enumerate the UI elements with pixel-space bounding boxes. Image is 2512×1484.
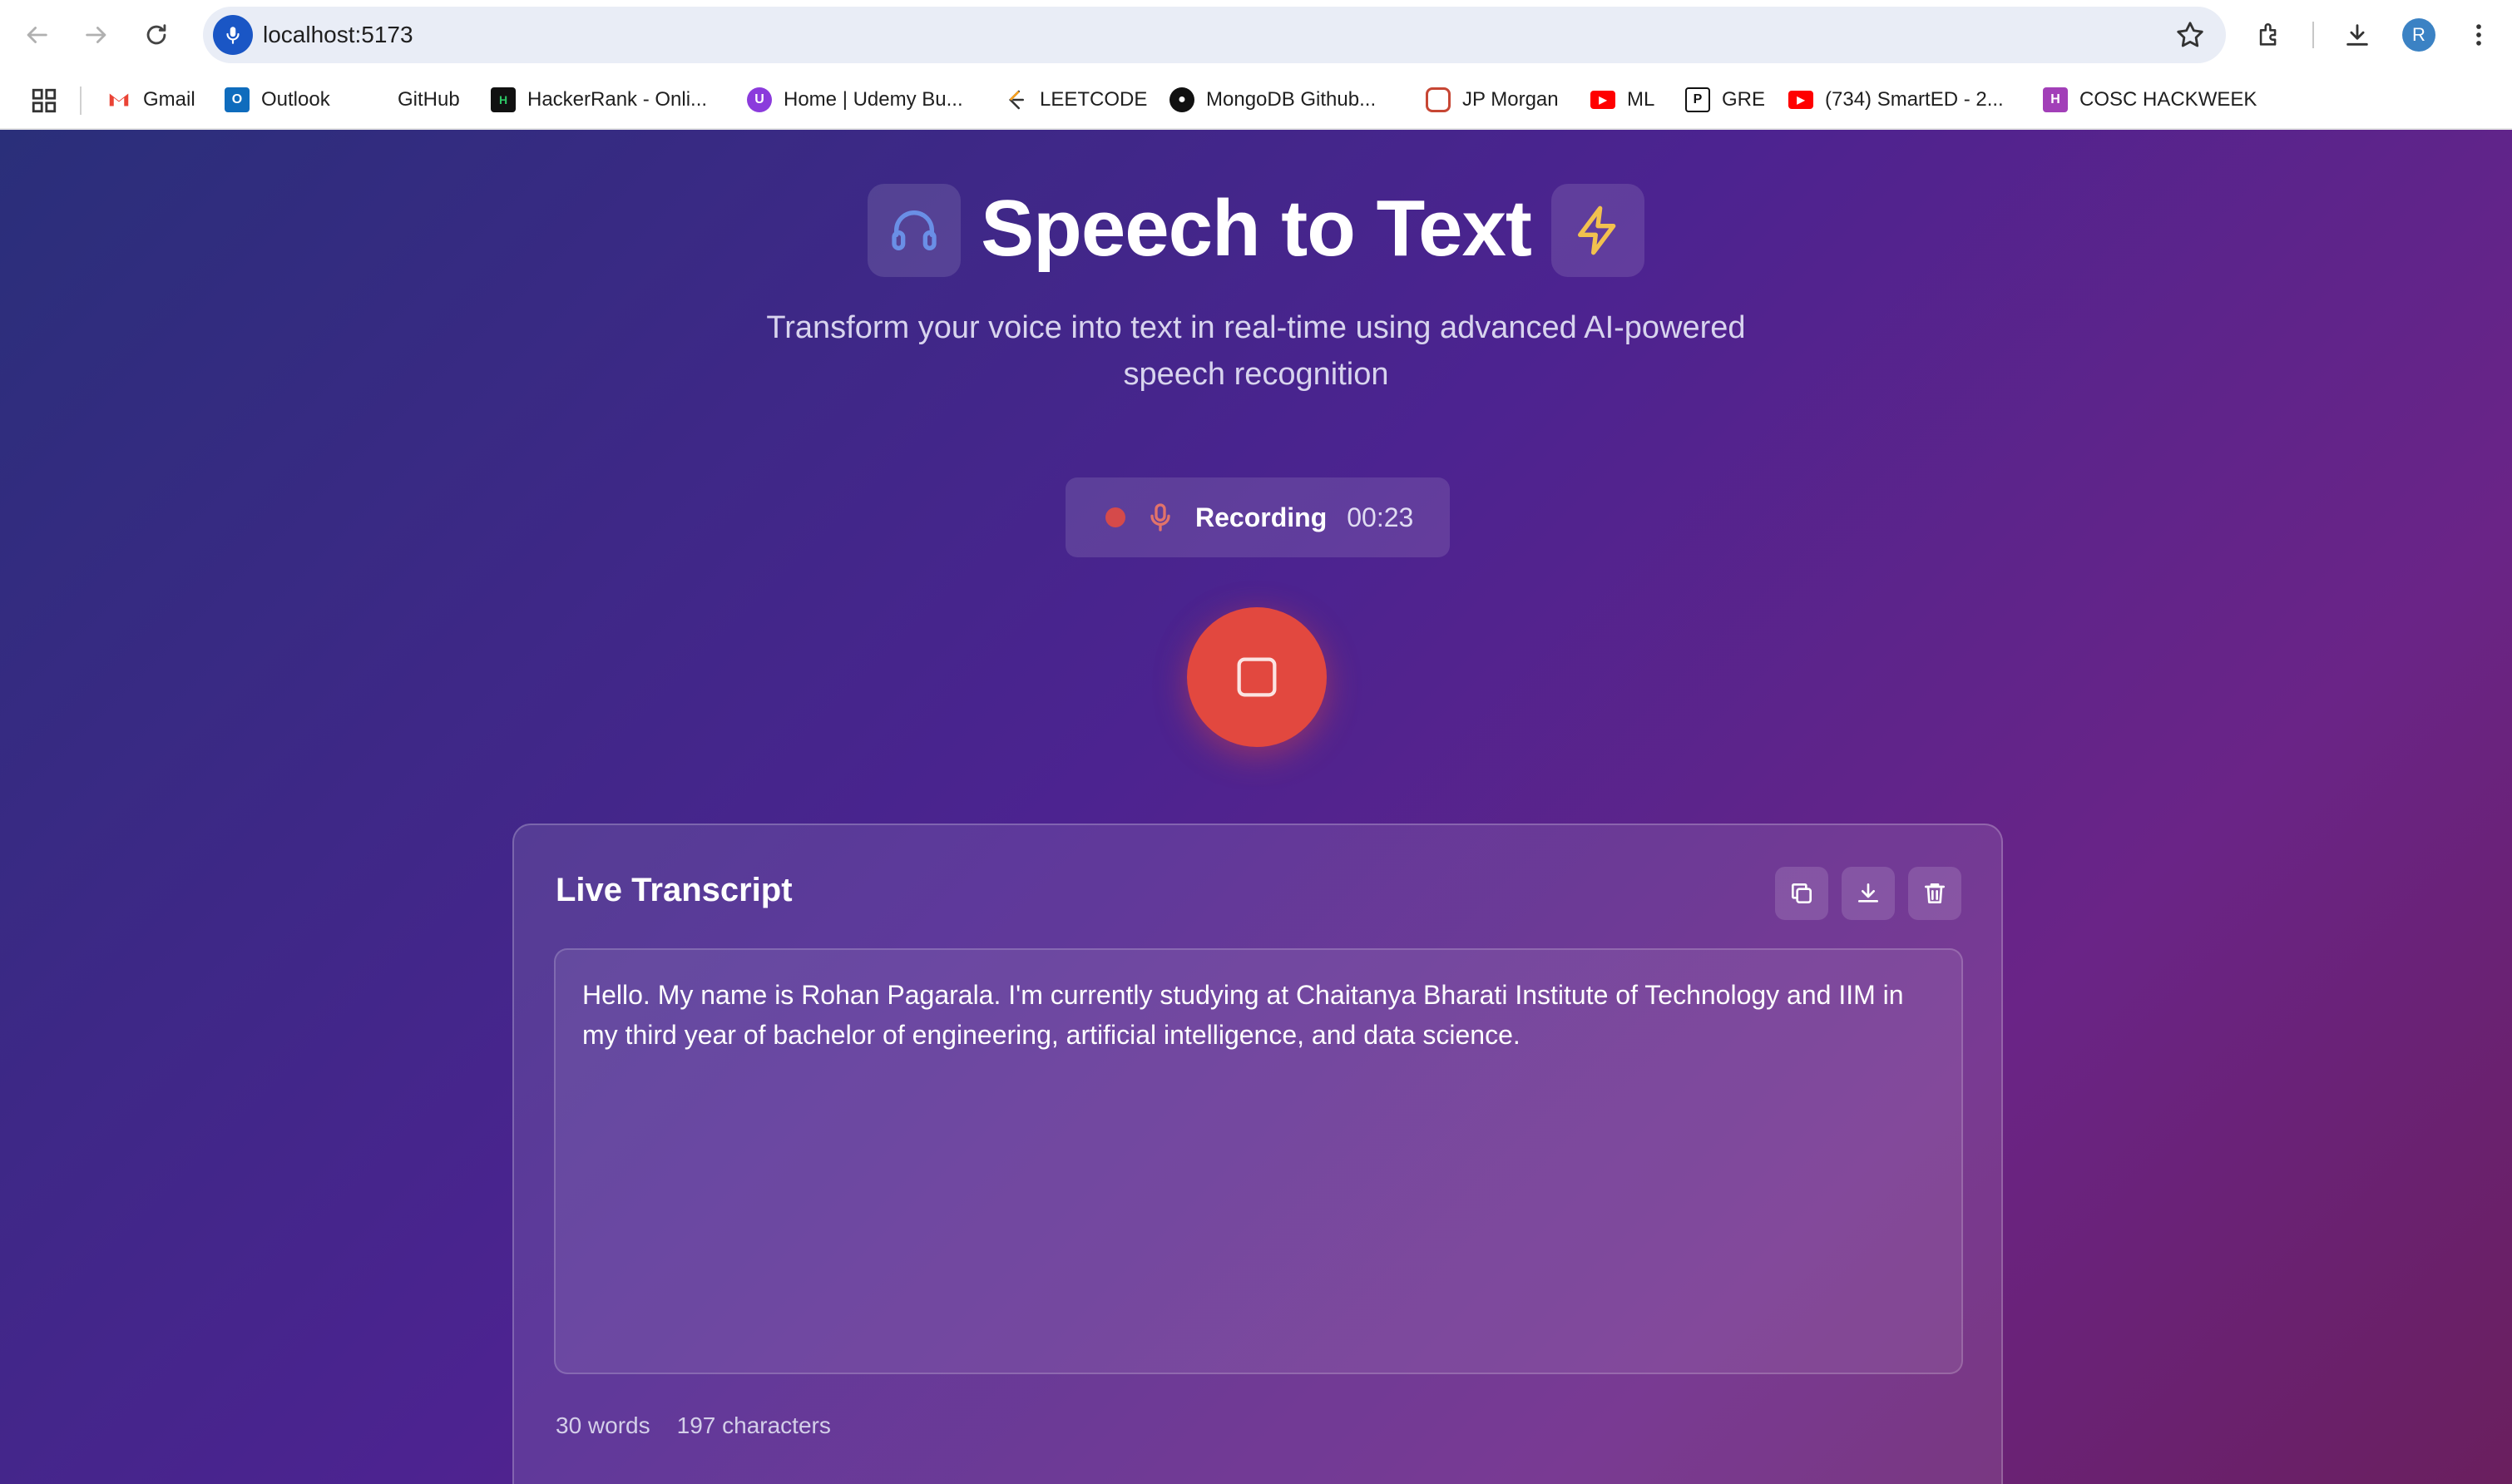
transcript-actions: [1775, 867, 1961, 920]
clear-button[interactable]: [1908, 867, 1961, 920]
back-button[interactable]: [17, 15, 57, 55]
copy-icon: [1792, 883, 1812, 903]
github-icon: ●: [1169, 87, 1194, 112]
bookmark-label: GitHub: [398, 88, 460, 111]
hackweek-icon: H: [2043, 87, 2068, 112]
stop-recording-button[interactable]: [1187, 607, 1327, 747]
back-arrow-icon: [27, 27, 47, 43]
bookmark-cosc-hackweek[interactable]: H COSC HACKWEEK: [2043, 85, 2257, 115]
bookmark-gre[interactable]: P GRE: [1685, 85, 1765, 115]
transcript-stats: 30 words 197 characters: [556, 1412, 831, 1439]
outlook-icon: O: [225, 87, 250, 112]
character-count: 197 characters: [676, 1412, 831, 1438]
page-title: Speech to Text: [981, 184, 1532, 273]
profile-avatar[interactable]: R: [2402, 18, 2435, 52]
browser-toolbar: localhost:5173 R: [0, 0, 2512, 70]
bookmark-label: ML: [1627, 88, 1655, 111]
stop-icon: [1237, 657, 1277, 697]
bookmark-label: GRE: [1722, 88, 1766, 111]
bookmark-label: HackerRank - Onli...: [527, 88, 708, 111]
bookmark-label: LEETCODE: [1040, 88, 1148, 111]
bookmark-mongodb-github[interactable]: ● MongoDB Github...: [1169, 85, 1376, 115]
transcript-title: Live Transcript: [556, 872, 793, 908]
bookmarks-divider: [80, 87, 82, 115]
reload-button[interactable]: [136, 15, 176, 55]
app-main: Speech to Text Transform your voice into…: [0, 130, 2512, 1484]
page-header: Speech to Text: [0, 183, 2512, 278]
hackerrank-icon: H: [491, 87, 516, 112]
headphones-icon: [868, 184, 962, 277]
transcript-text[interactable]: Hello. My name is Rohan Pagarala. I'm cu…: [554, 948, 1963, 1374]
prep-icon: P: [1685, 87, 1710, 112]
udemy-icon: U: [747, 87, 772, 112]
page-subtitle: Transform your voice into text in real-t…: [766, 310, 1746, 392]
bookmark-github[interactable]: GitHub: [398, 85, 460, 115]
copy-button[interactable]: [1775, 867, 1828, 920]
transcript-panel: Live Transcript Hello. My name is Rohan …: [512, 824, 2003, 1484]
trash-icon: [1925, 883, 1945, 903]
bookmark-udemy[interactable]: U Home | Udemy Bu...: [747, 85, 963, 115]
bookmark-leetcode[interactable]: LEETCODE: [1003, 85, 1147, 115]
bookmark-label: MongoDB Github...: [1206, 88, 1377, 111]
site-mic-icon[interactable]: [213, 15, 253, 55]
youtube-icon: ▶: [1590, 91, 1615, 109]
url-text[interactable]: localhost:5173: [263, 7, 413, 63]
extensions-icon[interactable]: [2251, 17, 2287, 53]
forward-button[interactable]: [77, 15, 116, 55]
recording-status: Recording 00:23: [1066, 477, 1450, 557]
bookmark-label: (734) SmartED - 2...: [1825, 88, 2004, 111]
bookmark-label: Outlook: [261, 88, 330, 111]
bookmark-outlook[interactable]: O Outlook: [225, 85, 330, 115]
forward-arrow-icon: [86, 27, 106, 43]
bookmark-smarted[interactable]: ▶ (734) SmartED - 2...: [1788, 85, 2004, 115]
bookmark-gmail[interactable]: Gmail: [106, 85, 195, 115]
reload-icon: [146, 24, 166, 45]
bookmark-hackerrank[interactable]: H HackerRank - Onli...: [491, 85, 707, 115]
downloads-icon[interactable]: [2339, 17, 2376, 53]
download-icon: [1858, 883, 1878, 903]
word-count: 30 words: [556, 1412, 650, 1438]
bookmark-label: Gmail: [143, 88, 195, 111]
bookmark-label: Home | Udemy Bu...: [784, 88, 963, 111]
bookmark-star-icon[interactable]: [2174, 19, 2206, 51]
recording-dot-icon: [1105, 507, 1125, 527]
lightning-icon: [1550, 184, 1644, 277]
address-bar[interactable]: localhost:5173: [203, 7, 2226, 63]
oracle-icon: [1426, 87, 1451, 112]
status-label: Recording: [1195, 502, 1328, 532]
youtube-icon: ▶: [1788, 91, 1813, 109]
download-button[interactable]: [1842, 867, 1895, 920]
toolbar-divider: [2312, 22, 2314, 48]
mic-icon: [1150, 503, 1170, 532]
bookmarks-bar: Gmail O Outlook GitHub H HackerRank - On…: [0, 70, 2512, 130]
leetcode-icon: [1003, 87, 1028, 112]
gmail-icon: [106, 87, 131, 112]
bookmark-ml[interactable]: ▶ ML: [1590, 85, 1654, 115]
bookmark-label: JP Morgan: [1462, 88, 1559, 111]
apps-grid-icon[interactable]: [30, 87, 58, 115]
more-menu-icon[interactable]: [2460, 17, 2497, 53]
bookmark-label: COSC HACKWEEK: [2079, 88, 2257, 111]
recording-timer: 00:23: [1347, 502, 1414, 532]
bookmark-jp-morgan[interactable]: JP Morgan: [1426, 85, 1559, 115]
